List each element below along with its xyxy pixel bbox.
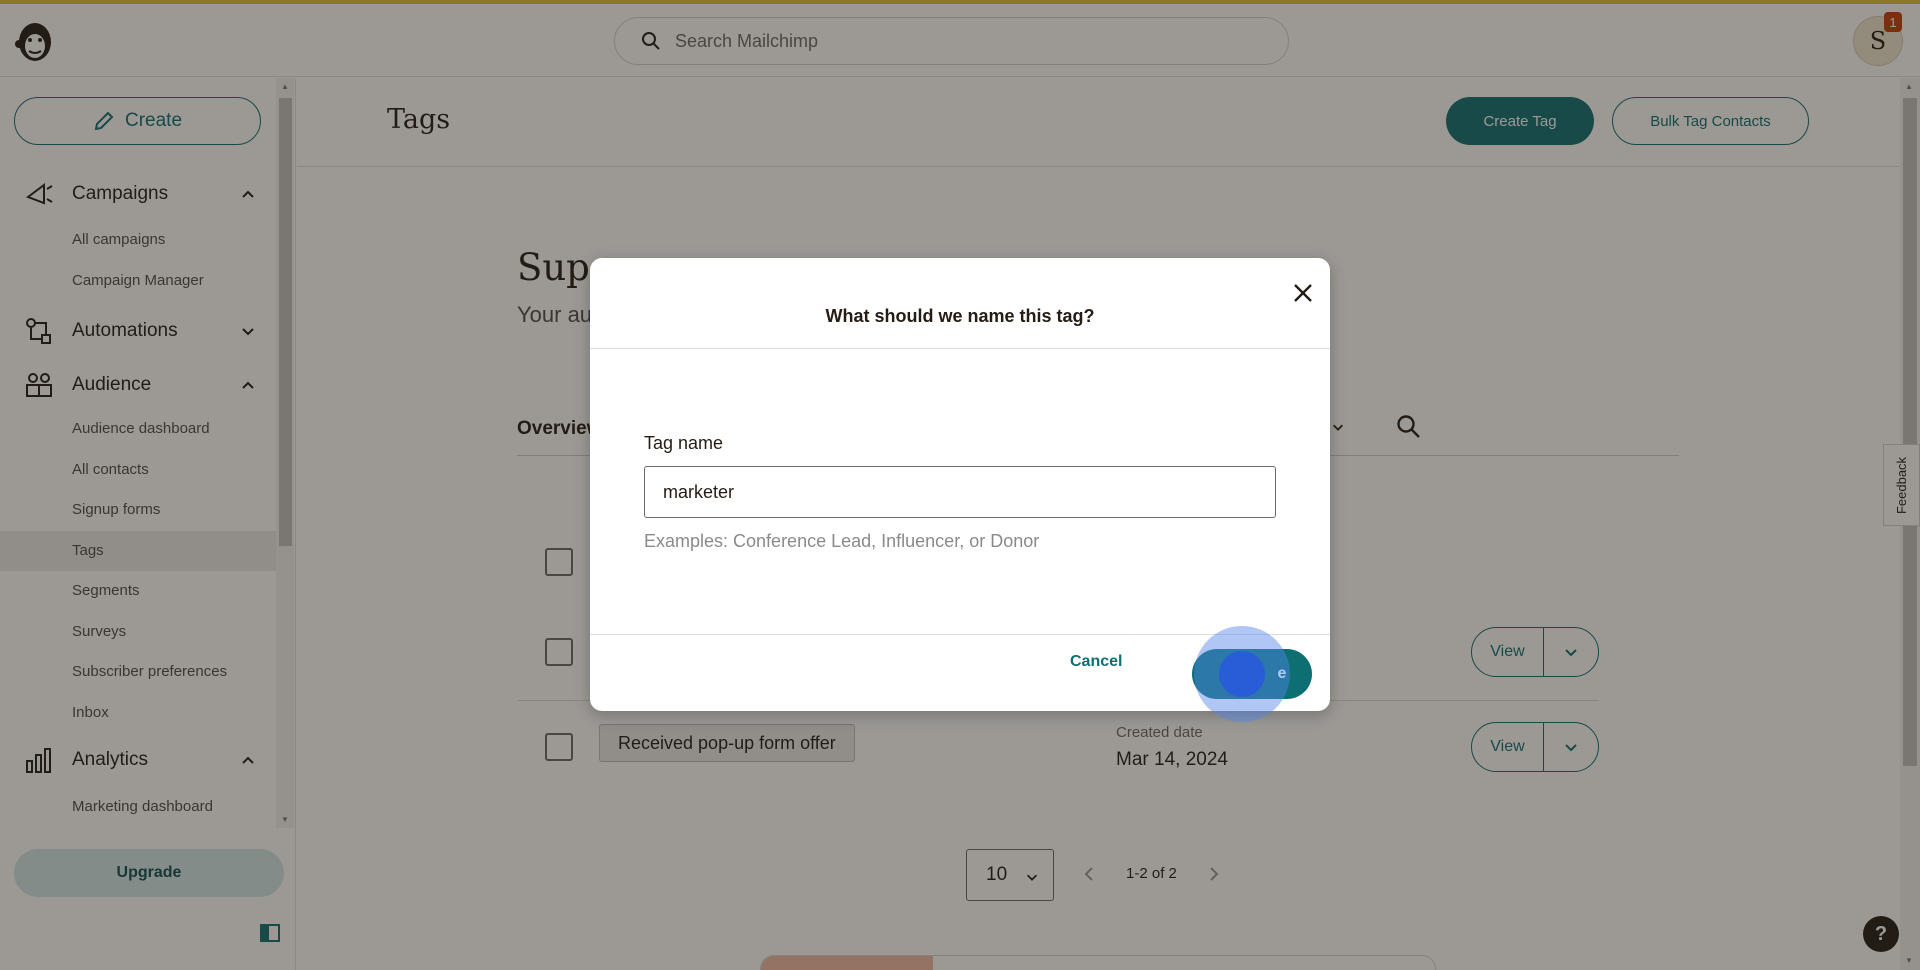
modal-header-divider bbox=[590, 348, 1330, 349]
tag-name-label: Tag name bbox=[644, 433, 724, 453]
cancel-button[interactable]: Cancel bbox=[1070, 653, 1122, 671]
tag-name-input[interactable] bbox=[644, 466, 1276, 518]
close-icon[interactable] bbox=[1288, 278, 1318, 308]
modal-title: What should we name this tag? bbox=[825, 306, 1095, 326]
tag-name-help-text: Examples: Conference Lead, Influencer, o… bbox=[644, 531, 1040, 551]
click-indicator-dot bbox=[1219, 651, 1265, 697]
